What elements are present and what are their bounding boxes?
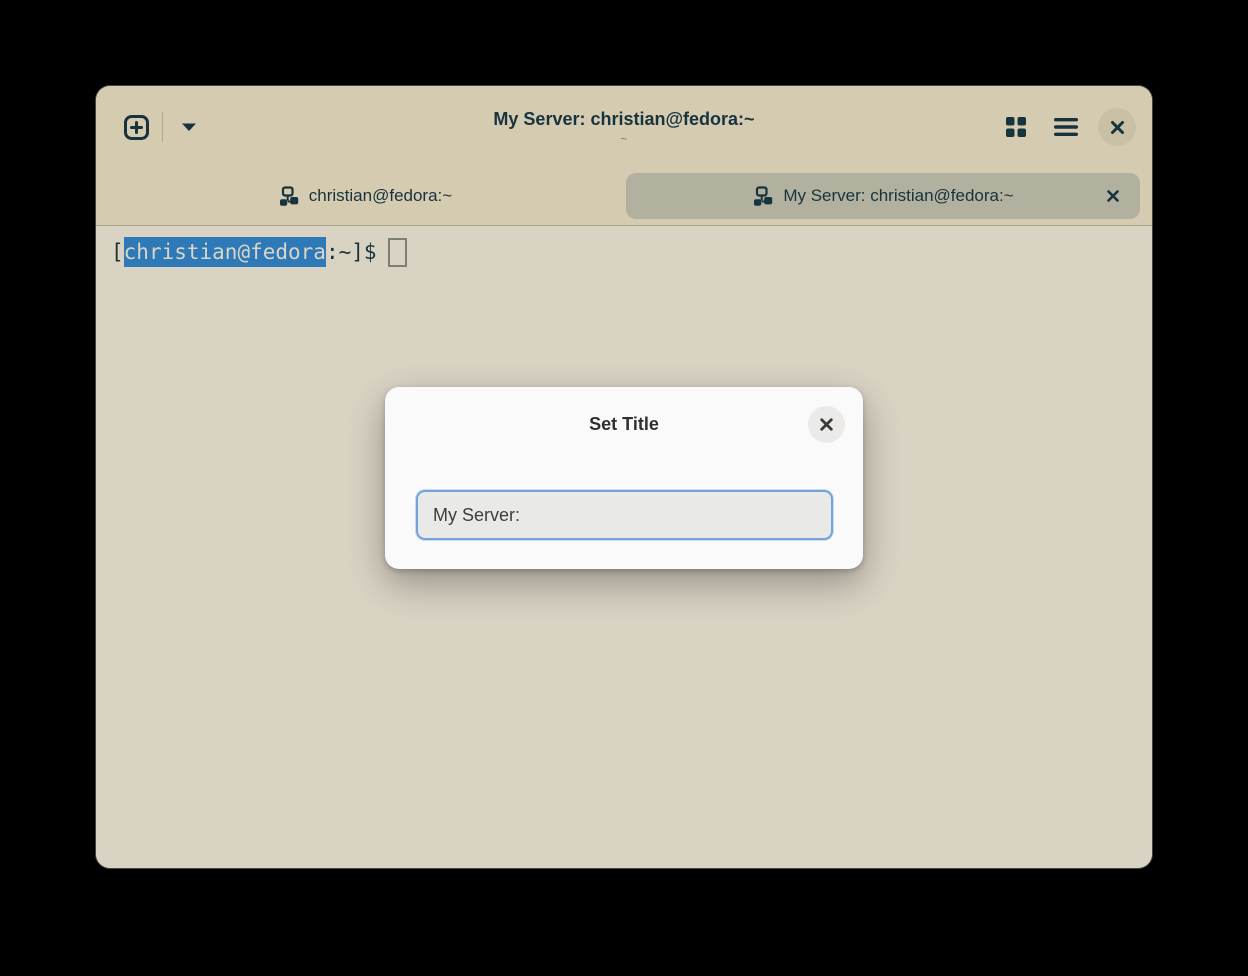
window-title: My Server: christian@fedora:~ [493,108,754,130]
tab-label: My Server: christian@fedora:~ [783,186,1013,206]
new-tab-menu-button[interactable] [171,109,207,145]
window-close-button[interactable] [1098,108,1136,146]
plus-in-square-icon [123,114,150,141]
close-x-icon [1106,189,1120,203]
set-title-dialog: Set Title [385,387,863,569]
desktop-background: My Server: christian@fedora:~ ~ [0,0,1248,976]
headerbar: My Server: christian@fedora:~ ~ [96,86,1152,168]
close-x-icon [819,417,834,432]
tab-overview-button[interactable] [998,109,1034,145]
tab-my-server[interactable]: My Server: christian@fedora:~ [626,173,1140,219]
caret-down-icon [181,122,197,132]
window-title-area: My Server: christian@fedora:~ ~ [493,108,754,147]
tab-bar: christian@fedora:~ My Server: christian@… [96,168,1152,226]
tab-christian-fedora[interactable]: christian@fedora:~ [108,173,622,219]
main-menu-button[interactable] [1048,109,1084,145]
close-x-icon [1110,120,1125,135]
title-input[interactable] [416,490,833,540]
network-host-icon [752,186,773,207]
network-host-icon [278,186,299,207]
prompt-rest: :~]$ [326,237,377,267]
tab-label: christian@fedora:~ [309,186,452,206]
hamburger-icon [1053,117,1079,137]
window-subtitle: ~ [620,132,627,147]
new-tab-button[interactable] [118,109,154,145]
grid-2x2-icon [1004,115,1028,139]
prompt-open: [ [111,237,124,267]
dialog-close-button[interactable] [808,406,845,443]
prompt-selected-text: christian@fedora [124,237,326,267]
headerbar-left-controls [118,86,207,168]
dialog-header: Set Title [385,387,863,461]
shell-prompt: [christian@fedora:~]$ [111,237,1137,267]
terminal-cursor [388,238,407,267]
tab-close-button[interactable] [1102,185,1124,207]
header-separator [162,112,163,142]
dialog-title: Set Title [589,414,659,435]
headerbar-right-controls [998,86,1136,168]
